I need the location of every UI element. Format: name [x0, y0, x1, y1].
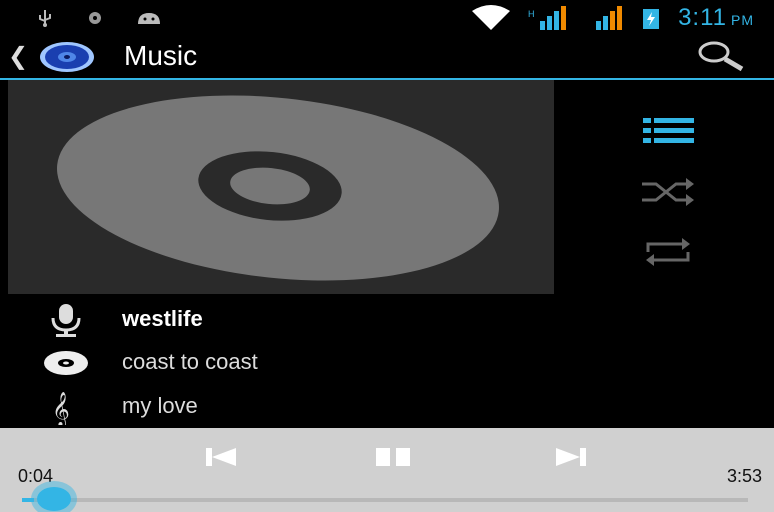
disc-icon [57, 95, 499, 281]
notification-icon [89, 12, 101, 24]
seek-thumb[interactable] [37, 487, 72, 511]
album-art [8, 80, 554, 294]
current-time: 0:04 [18, 466, 54, 486]
usb-icon [39, 10, 51, 27]
android-icon [138, 13, 160, 24]
album-name: coast to coast [122, 349, 258, 374]
total-time: 3:53 [726, 466, 762, 486]
album-row: coast to coast [0, 341, 774, 383]
wifi-icon [472, 5, 511, 30]
side-controls [554, 80, 774, 294]
shuffle-icon[interactable] [638, 172, 698, 212]
action-bar: ❮ Music [0, 34, 774, 80]
title-row: 𝄞 my love [0, 385, 774, 427]
svg-text:𝄞: 𝄞 [52, 392, 70, 425]
playback-controls: 0:04 3:53 [0, 428, 774, 512]
artist-row: westlife [0, 298, 774, 340]
seek-bar-fill [22, 498, 35, 502]
playlist-icon[interactable] [638, 112, 698, 152]
battery-icon [643, 9, 660, 29]
status-bar: H 3:11 PM [0, 0, 774, 34]
search-icon[interactable] [694, 40, 746, 72]
pause-icon[interactable] [374, 444, 414, 470]
seek-bar[interactable] [22, 498, 748, 502]
svg-text:H: H [528, 9, 535, 19]
microphone-icon [51, 304, 81, 337]
status-time: 3:11 PM [678, 4, 754, 31]
track-info: westlife coast to coast 𝄞 my love [0, 296, 774, 428]
treble-clef-icon: 𝄞 [52, 392, 70, 425]
repeat-icon[interactable] [638, 232, 698, 272]
song-title: my love [122, 393, 198, 418]
album-icon [44, 351, 88, 375]
next-icon[interactable] [550, 444, 590, 470]
signal-icon: H [528, 6, 567, 30]
page-title: Music [124, 40, 198, 71]
music-app-icon[interactable] [38, 41, 96, 73]
back-icon[interactable]: ❮ [8, 42, 28, 71]
signal-icon [596, 6, 623, 30]
artist-name: westlife [122, 306, 203, 331]
previous-icon[interactable] [202, 444, 242, 470]
